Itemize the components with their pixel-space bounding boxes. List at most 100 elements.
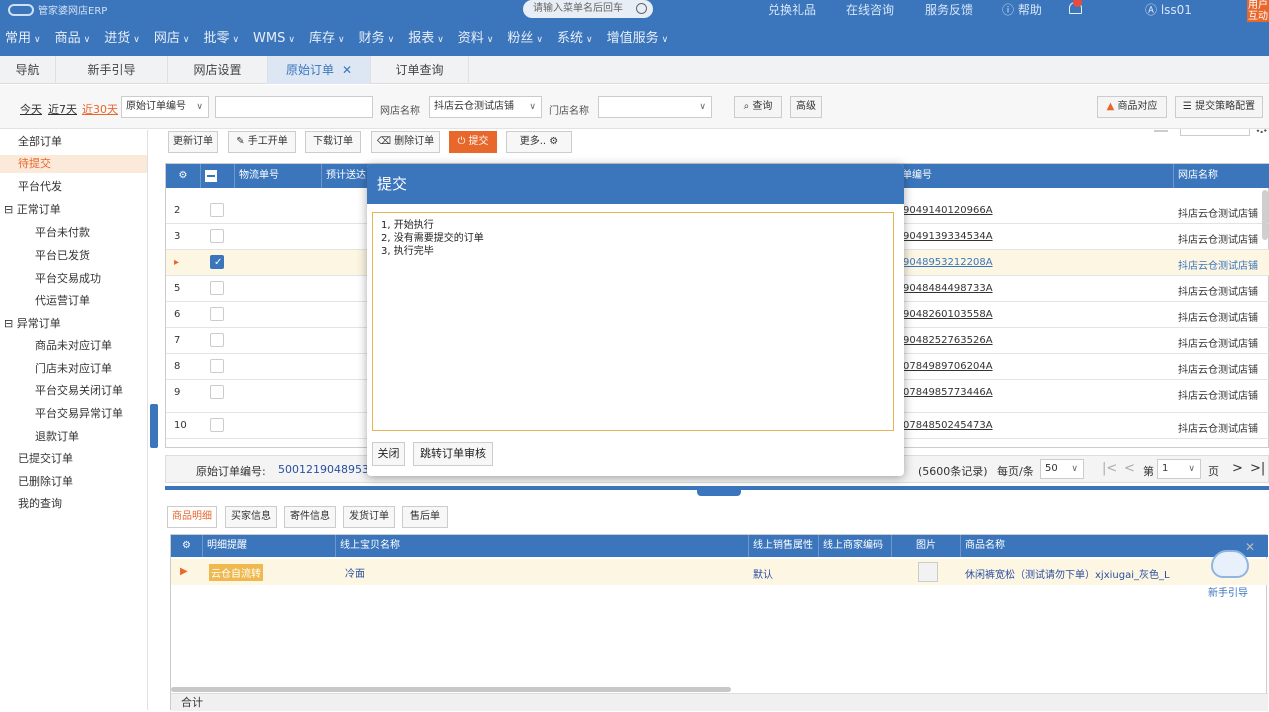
first-page-icon[interactable]: |<: [1102, 461, 1117, 476]
jump-review-button[interactable]: 跳转订单审核: [413, 442, 493, 466]
order-number[interactable]: 0784989706204A: [903, 361, 993, 372]
field-select[interactable]: 原始订单编号 ∨: [121, 96, 209, 118]
column-reminder[interactable]: 明细提醒: [203, 535, 336, 557]
sidebar-item-unpaid[interactable]: 平台未付款: [35, 224, 90, 242]
row-checkbox[interactable]: [210, 418, 224, 432]
row-checkbox[interactable]: [210, 333, 224, 347]
interaction-corner[interactable]: 用户互动: [1247, 0, 1269, 22]
product-image[interactable]: [918, 562, 938, 582]
horizontal-scrollbar[interactable]: [171, 687, 731, 692]
tab-shop-settings[interactable]: 网店设置: [168, 56, 268, 84]
column-settings-icon[interactable]: ⚙: [166, 164, 201, 188]
nav-item[interactable]: 商品 ∨: [50, 28, 100, 50]
submit-button[interactable]: ⏻ 提交: [449, 131, 497, 153]
query-button[interactable]: ⌕ 查询: [734, 96, 782, 118]
splitter-toggle-icon[interactable]: [697, 488, 741, 496]
shop-select[interactable]: 抖店云仓测试店铺 ∨: [429, 96, 542, 118]
column-image[interactable]: 图片: [892, 535, 961, 557]
row-checkbox[interactable]: [210, 229, 224, 243]
row-checkbox[interactable]: [210, 307, 224, 321]
nav-item[interactable]: 系统 ∨: [552, 28, 602, 50]
dialog-title[interactable]: 提交: [367, 164, 904, 204]
manual-order-button[interactable]: ✎ 手工开单: [228, 131, 296, 153]
order-number[interactable]: 0784985773446A: [903, 387, 993, 398]
sidebar-item-agent-ops[interactable]: 代运营订单: [35, 292, 90, 310]
sidebar-item-success[interactable]: 平台交易成功: [35, 270, 101, 288]
gift-link[interactable]: 兑换礼品: [768, 1, 816, 18]
strategy-config-button[interactable]: ☰ 提交策略配置: [1175, 96, 1263, 118]
page-select[interactable]: 1 ∨: [1157, 459, 1201, 479]
sidebar-item-all[interactable]: 全部订单: [18, 133, 62, 151]
tab-order-query[interactable]: 订单查询: [371, 56, 469, 84]
more-button[interactable]: 更多.. ⚙: [506, 131, 572, 153]
order-number[interactable]: 9048252763526A: [903, 335, 993, 346]
delete-orders-button[interactable]: ⌫ 删除订单: [371, 131, 440, 153]
filter-last30[interactable]: 近30天: [82, 101, 118, 117]
prev-page-icon[interactable]: <: [1124, 461, 1135, 476]
tab-after-sales[interactable]: 售后单: [402, 506, 448, 528]
close-icon[interactable]: ✕: [342, 63, 352, 77]
advanced-button[interactable]: 高级: [790, 96, 822, 118]
nav-item[interactable]: 进货 ∨: [99, 28, 149, 50]
nav-item[interactable]: 财务 ∨: [354, 28, 404, 50]
order-number-input[interactable]: [215, 96, 373, 118]
nav-item[interactable]: 库存 ∨: [304, 28, 354, 50]
column-settings-icon[interactable]: ⚙: [171, 535, 203, 557]
order-number[interactable]: 9049139334534A: [903, 231, 993, 242]
row-checkbox[interactable]: [210, 281, 224, 295]
order-number[interactable]: 0784850245473A: [903, 420, 993, 431]
sidebar-group-normal[interactable]: ⊟ 正常订单: [4, 201, 61, 219]
help-link[interactable]: ⓘ 帮助: [1002, 1, 1042, 18]
column-shop[interactable]: 网店名称: [1174, 164, 1269, 188]
sidebar-item-shipped[interactable]: 平台已发货: [35, 247, 90, 265]
tab-guide[interactable]: 新手引导: [56, 56, 168, 84]
nav-item[interactable]: 报表 ∨: [403, 28, 453, 50]
nav-item[interactable]: 资料 ∨: [453, 28, 503, 50]
sidebar-group-abnormal[interactable]: ⊟ 异常订单: [4, 315, 61, 333]
sidebar-item-refund[interactable]: 退款订单: [35, 428, 79, 446]
tab-sender-info[interactable]: 寄件信息: [284, 506, 336, 528]
sidebar-collapse-handle[interactable]: [150, 404, 158, 448]
next-page-icon[interactable]: >: [1232, 461, 1243, 476]
consult-link[interactable]: 在线咨询: [846, 1, 894, 18]
store-select[interactable]: ∨: [598, 96, 712, 118]
nav-item[interactable]: 增值服务 ∨: [602, 28, 678, 50]
row-checkbox[interactable]: [210, 203, 224, 217]
sidebar-item-deleted[interactable]: 已删除订单: [18, 473, 73, 491]
download-orders-button[interactable]: 下载订单: [305, 131, 361, 153]
filter-last7[interactable]: 近7天: [48, 101, 77, 117]
last-page-icon[interactable]: >|: [1250, 461, 1265, 476]
sidebar-item-my-query[interactable]: 我的查询: [18, 495, 62, 513]
app-logo[interactable]: 管家婆网店ERP: [8, 2, 107, 17]
nav-item[interactable]: 批零 ∨: [198, 28, 248, 50]
per-page-select[interactable]: 50 ∨: [1040, 459, 1084, 479]
nav-item[interactable]: 常用 ∨: [0, 28, 50, 50]
tab-orig-orders[interactable]: 原始订单 ✕: [268, 56, 371, 84]
update-orders-button[interactable]: 更新订单: [168, 131, 218, 153]
order-number[interactable]: 9048953212208A: [903, 257, 993, 268]
close-icon[interactable]: ✕: [1245, 540, 1255, 554]
sidebar-item-platform-agent[interactable]: 平台代发: [18, 178, 62, 196]
menu-search-input[interactable]: 请输入菜单名后回车: [523, 0, 653, 18]
order-number[interactable]: 9048484498733A: [903, 283, 993, 294]
column-merchant-code[interactable]: 线上商家编码: [819, 535, 892, 557]
nav-item[interactable]: 网店 ∨: [149, 28, 199, 50]
sidebar-item-submitted[interactable]: 已提交订单: [18, 450, 73, 468]
filter-today[interactable]: 今天: [20, 101, 42, 117]
table-scrollbar[interactable]: [1262, 190, 1268, 240]
feedback-link[interactable]: 服务反馈: [925, 1, 973, 18]
tab-delivery-orders[interactable]: 发货订单: [343, 506, 395, 528]
tab-product-detail[interactable]: 商品明细: [167, 506, 217, 528]
order-number[interactable]: 9049140120966A: [903, 205, 993, 216]
user-menu[interactable]: Ⓐ lss01: [1145, 1, 1192, 18]
detail-row[interactable]: ▶ 云仓自流转 冷面 默认 休闲裤宽松（测试请勿下单）xjxiugai_灰色_L: [171, 559, 1268, 585]
dialog-close-button[interactable]: 关闭: [372, 442, 405, 466]
order-number[interactable]: 9048260103558A: [903, 309, 993, 320]
product-match-button[interactable]: ▲ 商品对应: [1097, 96, 1167, 118]
nav-item[interactable]: 粉丝 ∨: [502, 28, 552, 50]
tab-buyer-info[interactable]: 买家信息: [225, 506, 277, 528]
tab-nav[interactable]: 导航: [0, 56, 56, 84]
row-checkbox[interactable]: [210, 359, 224, 373]
sidebar-item-unmatched-goods[interactable]: 商品未对应订单: [35, 337, 112, 355]
search-icon[interactable]: [636, 3, 647, 14]
